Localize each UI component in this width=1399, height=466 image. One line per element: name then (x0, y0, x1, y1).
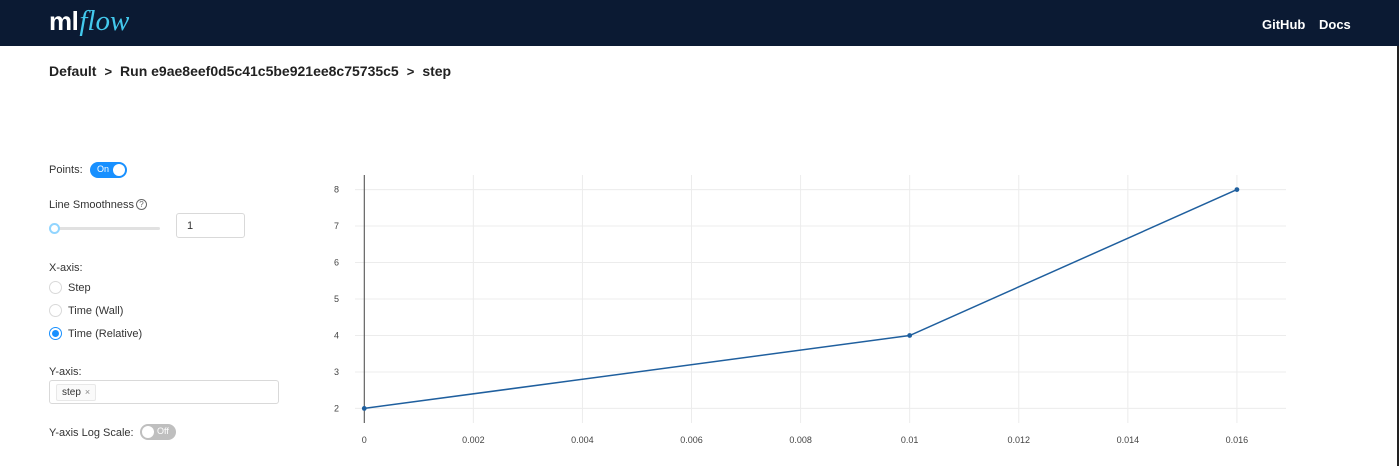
radio-time-wall-label: Time (Wall) (68, 304, 124, 317)
smoothness-slider-rail[interactable] (54, 227, 160, 230)
breadcrumb-experiment-link[interactable]: Default (49, 63, 96, 79)
smoothness-input[interactable] (176, 213, 245, 238)
x-tick-label: 0.014 (1117, 435, 1140, 445)
top-navbar: ml flow GitHub Docs (0, 0, 1399, 46)
radio-time-relative-label: Time (Relative) (68, 327, 143, 340)
y-tick-label: 6 (334, 258, 339, 268)
y-axis-select[interactable]: step × (49, 380, 279, 404)
y-tick-label: 4 (334, 330, 339, 340)
y-tick-label: 3 (334, 367, 339, 377)
y-tick-label: 2 (334, 403, 339, 413)
toggle-knob (113, 164, 125, 176)
points-toggle-text: On (97, 164, 110, 174)
breadcrumb-metric: step (422, 63, 452, 79)
docs-link[interactable]: Docs (1319, 17, 1351, 32)
points-toggle[interactable]: On (90, 162, 127, 178)
smoothness-slider-handle[interactable] (49, 223, 60, 234)
data-point (907, 333, 913, 338)
radio-step[interactable] (49, 281, 62, 294)
x-tick-label: 0.002 (462, 435, 485, 445)
logo-flow-text: flow (79, 5, 130, 37)
question-circle-icon[interactable]: ? (136, 199, 147, 210)
x-tick-label: 0.008 (789, 435, 812, 445)
radio-time-wall[interactable] (49, 304, 62, 317)
y-tick-label: 7 (334, 221, 339, 231)
points-label: Points: (49, 164, 83, 176)
line-smoothness-label: Line Smoothness (49, 199, 134, 211)
x-tick-label: 0.006 (680, 435, 703, 445)
breadcrumb: Default > Run e9ae8eef0d5c41c5be921ee8c7… (49, 63, 451, 79)
log-scale-toggle[interactable]: Off (140, 424, 176, 440)
x-axis-option-time-relative[interactable]: Time (Relative) (49, 327, 142, 340)
chevron-right-icon: > (406, 63, 415, 79)
x-axis-option-step[interactable]: Step (49, 281, 91, 294)
y-axis-tag: step × (56, 384, 97, 401)
y-axis-label: Y-axis: (49, 366, 82, 378)
breadcrumb-run-link[interactable]: Run e9ae8eef0d5c41c5be921ee8c75735c5 (120, 63, 399, 79)
chevron-right-icon: > (104, 63, 113, 79)
metric-line-chart[interactable]: 0 0.002 0.004 0.006 0.008 0.01 0.012 0.014 0.016… (300, 160, 1300, 450)
x-tick-label: 0 (362, 435, 367, 445)
x-axis-label: X-axis: (49, 262, 83, 274)
toggle-knob (142, 426, 154, 438)
x-tick-label: 0.012 (1007, 435, 1030, 445)
x-tick-label: 0.01 (901, 435, 919, 445)
close-icon[interactable]: × (85, 385, 90, 400)
mlflow-logo[interactable]: ml flow (49, 5, 129, 39)
radio-time-relative[interactable] (49, 327, 62, 340)
logo-ml-text: ml (49, 6, 79, 36)
radio-step-label: Step (68, 281, 91, 294)
y-tick-label: 8 (334, 185, 339, 195)
data-point (361, 406, 367, 411)
log-scale-label: Y-axis Log Scale: (49, 427, 134, 439)
data-point (1234, 187, 1240, 192)
y-axis-tag-label: step (62, 387, 81, 398)
x-tick-label: 0.016 (1226, 435, 1249, 445)
github-link[interactable]: GitHub (1262, 17, 1305, 32)
log-scale-toggle-text: Off (157, 426, 169, 436)
x-axis-option-time-wall[interactable]: Time (Wall) (49, 304, 123, 317)
x-tick-label: 0.004 (571, 435, 594, 445)
y-tick-label: 5 (334, 294, 339, 304)
